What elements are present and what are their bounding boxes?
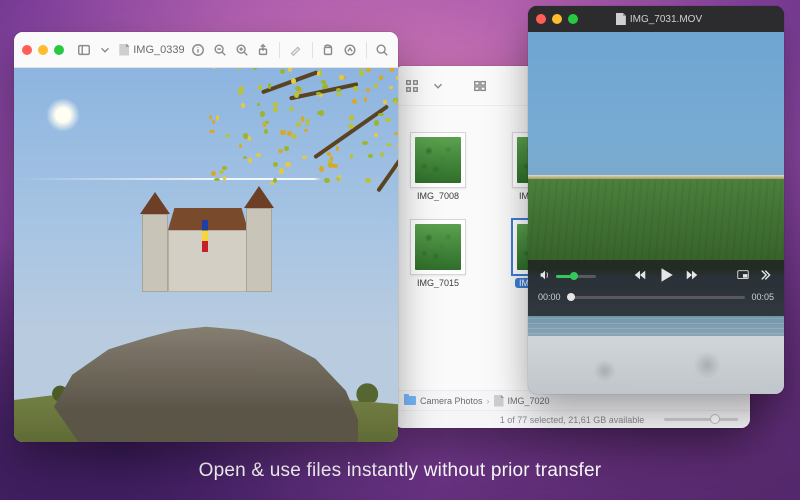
highlight-button[interactable] [288, 40, 304, 60]
preview-title-text: IMG_0339 [133, 44, 184, 56]
preview-titlebar: IMG_0339 [14, 32, 398, 68]
thumb-label: IMG_7008 [417, 191, 459, 201]
info-button[interactable] [191, 40, 207, 60]
volume-slider[interactable] [538, 268, 596, 284]
duration-time: 00:05 [751, 292, 774, 302]
elapsed-time: 00:00 [538, 292, 561, 302]
scrubber[interactable] [567, 296, 746, 299]
zoom-out-button[interactable] [212, 40, 228, 60]
thumb-image [410, 132, 466, 188]
speaker-icon [538, 268, 552, 284]
zoom-window-button[interactable] [568, 14, 578, 24]
chevron-down-icon[interactable] [428, 76, 448, 96]
quicktime-title: IMG_7031.MOV [590, 13, 728, 25]
chevron-down-icon[interactable] [98, 40, 114, 60]
minimize-button[interactable] [552, 14, 562, 24]
rewind-button[interactable] [633, 268, 647, 284]
file-icon [494, 395, 504, 407]
thumb-image [410, 219, 466, 275]
preview-title: IMG_0339 [119, 44, 184, 56]
thumb-IMG_7008[interactable]: IMG_7008 [404, 132, 472, 201]
group-by-button[interactable] [470, 76, 490, 96]
quicktime-titlebar: IMG_7031.MOV [528, 6, 784, 32]
finder-statusbar: 1 of 77 selected, 21,61 GB available [394, 410, 750, 428]
status-text: 1 of 77 selected, 21,61 GB available [500, 415, 645, 425]
close-button[interactable] [536, 14, 546, 24]
thumb-label: IMG_7015 [417, 278, 459, 288]
view-mode-button[interactable] [402, 76, 422, 96]
preview-window: IMG_0339 [14, 32, 398, 442]
video-frame[interactable] [528, 32, 784, 394]
rotate-button[interactable] [320, 40, 336, 60]
caption-text: Open & use files instantly without prior… [199, 460, 602, 482]
search-button[interactable] [374, 40, 390, 60]
quicktime-window: IMG_7031.MOV [528, 6, 784, 394]
sidebar-toggle-button[interactable] [76, 40, 92, 60]
close-button[interactable] [22, 45, 32, 55]
traffic-lights[interactable] [536, 14, 578, 24]
traffic-lights[interactable] [22, 45, 64, 55]
chevron-right-icon: › [487, 396, 490, 406]
expand-button[interactable] [760, 268, 774, 284]
quicktime-title-text: IMG_7031.MOV [630, 14, 702, 25]
markup-button[interactable] [342, 40, 358, 60]
file-icon [616, 13, 626, 25]
marketing-caption: Open & use files instantly without prior… [0, 442, 800, 500]
play-button[interactable] [657, 266, 675, 286]
preview-image [14, 68, 398, 442]
folder-icon [404, 396, 416, 405]
preview-content [14, 68, 398, 442]
thumb-IMG_7015[interactable]: IMG_7015 [404, 219, 472, 288]
fast-forward-button[interactable] [685, 268, 699, 284]
video-controls: 00:00 00:05 [528, 260, 784, 316]
file-icon [119, 44, 129, 56]
pip-button[interactable] [736, 268, 750, 284]
quicktime-content: 00:00 00:05 [528, 32, 784, 394]
minimize-button[interactable] [38, 45, 48, 55]
share-button[interactable] [256, 40, 272, 60]
path-leaf: IMG_7020 [508, 396, 550, 406]
path-root: Camera Photos [420, 396, 483, 406]
zoom-window-button[interactable] [54, 45, 64, 55]
zoom-in-button[interactable] [234, 40, 250, 60]
zoom-slider[interactable] [664, 413, 738, 425]
